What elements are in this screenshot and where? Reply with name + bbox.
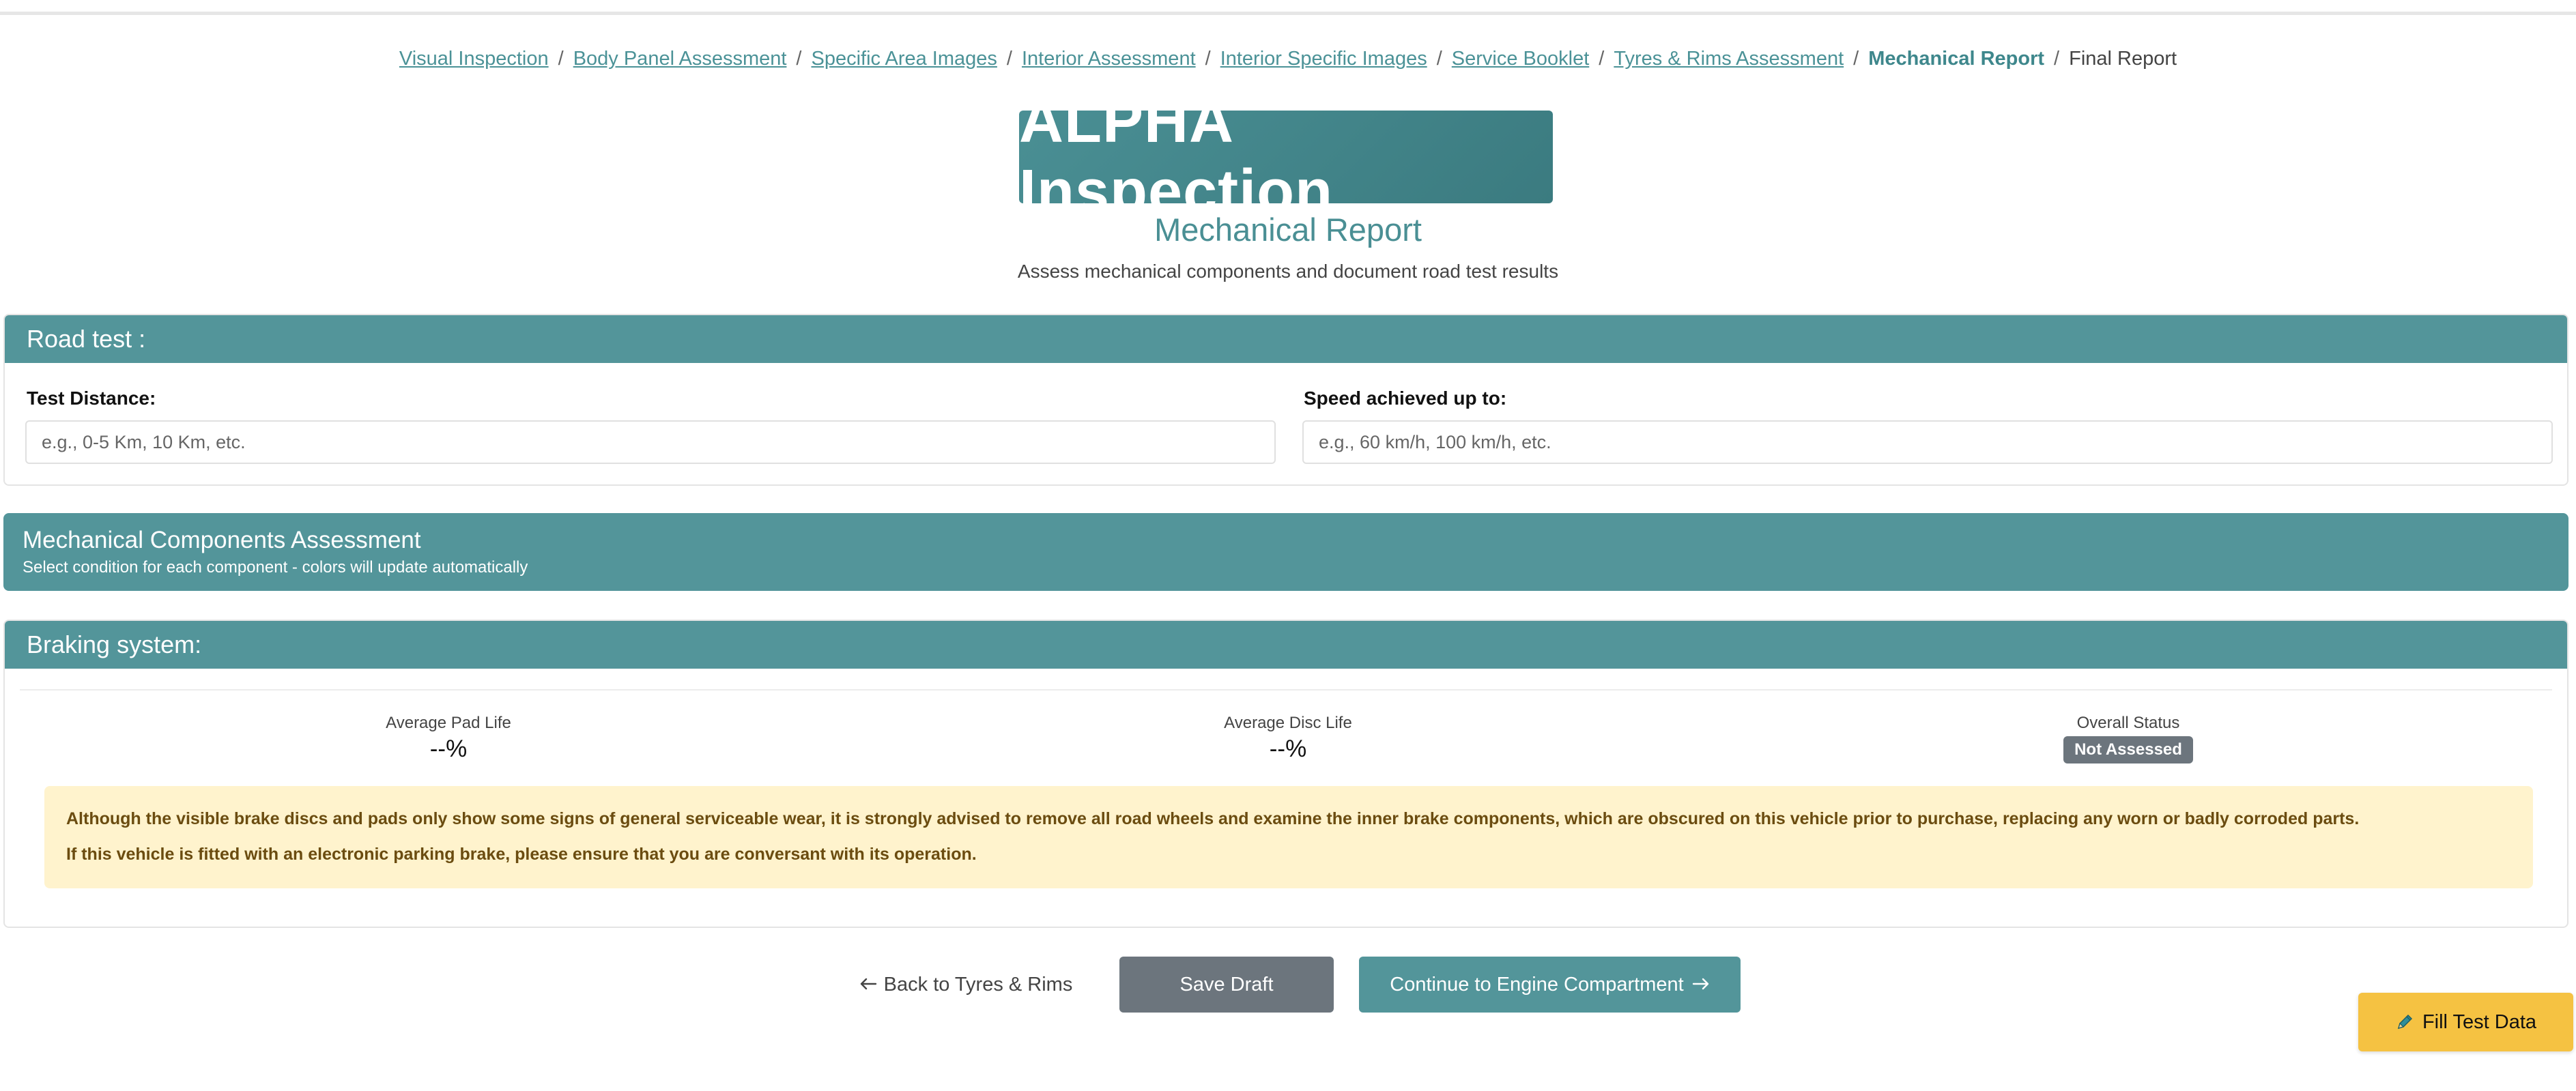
mechanical-assessment-header: Mechanical Components Assessment Select … [3,513,2568,591]
breadcrumb: Visual Inspection / Body Panel Assessment /… [0,42,2576,75]
road-test-card: Road test : Test Distance: Speed achieve… [3,314,2568,486]
continue-button[interactable]: Continue to Engine Compartment [1359,957,1741,1013]
test-distance-input[interactable] [25,420,1276,464]
road-test-title: Road test : [5,315,2567,363]
breadcrumb-separator: / [1006,48,1012,70]
continue-button-label: Continue to Engine Compartment [1390,973,1684,995]
brake-advisory-alert: Although the visible brake discs and pad… [44,786,2533,888]
status-badge: Not Assessed [2063,736,2193,763]
breadcrumb-separator: / [1205,48,1211,70]
breadcrumb-separator: / [1599,48,1605,70]
braking-system-title: Braking system: [5,621,2567,669]
breadcrumb-interior-assessment[interactable]: Interior Assessment [1022,48,1196,70]
fill-test-data-button[interactable]: Fill Test Data [2358,993,2573,1051]
breadcrumb-specific-area-images[interactable]: Specific Area Images [811,48,997,70]
breadcrumb-service-booklet[interactable]: Service Booklet [1452,48,1590,70]
brand-logo: ALPHA Inspection [1019,87,1553,226]
top-bar [0,0,2576,15]
overall-status: Overall Status Not Assessed [1992,713,2265,763]
average-disc-life-value: --% [1269,736,1307,762]
breadcrumb-tyres-rims-assessment[interactable]: Tyres & Rims Assessment [1614,48,1844,70]
average-disc-life-label: Average Disc Life [1224,714,1352,732]
page-description: Assess mechanical components and documen… [1017,261,1559,282]
breadcrumb-separator: / [558,48,564,70]
breadcrumb-body-panel-assessment[interactable]: Body Panel Assessment [573,48,787,70]
divider [20,689,2552,690]
braking-system-card: Braking system: Average Pad Life --% Ave… [3,620,2568,928]
average-pad-life: Average Pad Life --% [312,713,585,765]
fill-test-data-label: Fill Test Data [2422,1010,2537,1033]
breadcrumb-separator: / [1436,48,1442,70]
average-pad-life-label: Average Pad Life [386,714,511,732]
overall-status-label: Overall Status [2076,714,2180,732]
mechanical-assessment-subtitle: Select condition for each component - co… [23,558,528,577]
breadcrumb-separator: / [2054,48,2060,70]
mechanical-assessment-title: Mechanical Components Assessment [23,527,421,553]
breadcrumb-visual-inspection[interactable]: Visual Inspection [399,48,549,70]
save-draft-button[interactable]: Save Draft [1119,957,1334,1013]
breadcrumb-separator: / [1853,48,1859,70]
breadcrumb-mechanical-report: Mechanical Report [1868,48,2045,70]
brake-advisory-line-2: If this vehicle is fitted with an electr… [66,845,977,864]
average-pad-life-value: --% [429,736,468,762]
speed-achieved-label: Speed achieved up to: [1304,388,1507,409]
average-disc-life: Average Disc Life --% [1151,713,1425,765]
back-button-label: Back to Tyres & Rims [883,973,1073,995]
speed-achieved-input[interactable] [1302,420,2553,464]
breadcrumb-final-report: Final Report [2069,48,2177,70]
page-title: Mechanical Report [1154,212,1422,248]
brake-advisory-line-1: Although the visible brake discs and pad… [66,809,2360,828]
pencil-icon [2395,1013,2414,1032]
arrow-right-icon [1692,974,1710,996]
save-draft-label: Save Draft [1179,973,1274,995]
test-distance-label: Test Distance: [27,388,156,409]
breadcrumb-separator: / [796,48,802,70]
breadcrumb-interior-specific-images[interactable]: Interior Specific Images [1220,48,1427,70]
arrow-left-icon [859,974,877,996]
back-button[interactable]: Back to Tyres & Rims [850,957,1082,1013]
